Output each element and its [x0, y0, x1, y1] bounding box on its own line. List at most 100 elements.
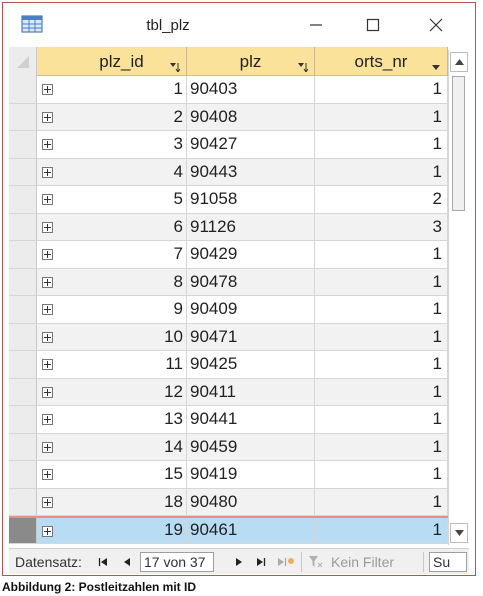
cell-plz[interactable]: 90459 [187, 433, 315, 460]
table-row[interactable]: 3 90427 1 [9, 131, 448, 159]
record-selector[interactable] [9, 406, 37, 433]
cell-orts-nr[interactable]: 1 [315, 378, 448, 405]
cell-plz-id[interactable]: 19 [57, 518, 187, 543]
cell-plz-id[interactable]: 18 [57, 488, 187, 515]
record-selector[interactable] [9, 213, 37, 240]
cell-plz-id[interactable]: 15 [57, 461, 187, 488]
cell-plz-id[interactable]: 5 [57, 186, 187, 213]
cell-plz[interactable]: 90480 [187, 488, 315, 515]
table-row[interactable]: 10 90471 1 [9, 323, 448, 351]
cell-orts-nr[interactable]: 1 [315, 433, 448, 460]
expand-icon[interactable] [42, 359, 53, 370]
new-record-button[interactable] [275, 553, 297, 571]
expand-icon[interactable] [42, 139, 53, 150]
column-header-plz[interactable]: plz [187, 47, 315, 76]
record-selector[interactable] [9, 268, 37, 295]
table-row[interactable]: 19 90461 1 [9, 516, 448, 544]
cell-plz-id[interactable]: 7 [57, 241, 187, 268]
expand-icon[interactable] [42, 84, 53, 95]
filter-sort-icon[interactable] [170, 57, 181, 73]
table-row[interactable]: 13 90441 1 [9, 406, 448, 434]
record-position-input[interactable]: 17 von 37 [140, 552, 214, 572]
table-row[interactable]: 2 90408 1 [9, 103, 448, 131]
cell-plz[interactable]: 90429 [187, 241, 315, 268]
cell-plz-id[interactable]: 4 [57, 158, 187, 185]
cell-plz-id[interactable]: 6 [57, 213, 187, 240]
cell-orts-nr[interactable]: 1 [315, 323, 448, 350]
expand-icon[interactable] [42, 304, 53, 315]
table-row[interactable]: 5 91058 2 [9, 186, 448, 214]
expand-icon[interactable] [42, 221, 53, 233]
expand-icon[interactable] [42, 441, 53, 453]
cell-plz-id[interactable]: 11 [57, 351, 187, 378]
cell-plz[interactable]: 90411 [187, 378, 315, 405]
cell-plz-id[interactable]: 8 [57, 268, 187, 295]
cell-plz[interactable]: 90441 [187, 406, 315, 433]
table-row[interactable]: 4 90443 1 [9, 158, 448, 186]
table-row[interactable]: 14 90459 1 [9, 433, 448, 461]
cell-plz[interactable]: 90478 [187, 268, 315, 295]
dropdown-arrow-icon[interactable] [431, 57, 441, 70]
minimize-button[interactable] [293, 9, 339, 41]
maximize-button[interactable] [350, 9, 396, 41]
scroll-up-button[interactable] [450, 52, 468, 72]
cell-orts-nr[interactable]: 1 [315, 488, 448, 515]
cell-plz[interactable]: 90409 [187, 296, 315, 323]
expand-icon[interactable] [42, 469, 53, 480]
table-row[interactable]: 11 90425 1 [9, 351, 448, 379]
expand-icon[interactable] [42, 194, 53, 205]
table-row[interactable]: 6 91126 3 [9, 213, 448, 241]
record-selector[interactable] [9, 433, 37, 460]
expand-icon[interactable] [42, 331, 53, 343]
record-selector[interactable] [9, 76, 37, 103]
cell-orts-nr[interactable]: 1 [315, 76, 448, 103]
record-selector[interactable] [9, 378, 37, 405]
cell-orts-nr[interactable]: 1 [315, 518, 448, 543]
table-row[interactable]: 8 90478 1 [9, 268, 448, 296]
expand-icon[interactable] [42, 111, 53, 123]
record-selector[interactable] [9, 518, 37, 543]
expand-icon[interactable] [42, 276, 53, 288]
vertical-scrollbar[interactable] [448, 50, 468, 545]
previous-record-button[interactable] [119, 553, 135, 571]
select-all-corner[interactable] [9, 47, 37, 76]
cell-plz-id[interactable]: 1 [57, 76, 187, 103]
column-header-plz-id[interactable]: plz_id [57, 47, 187, 76]
cell-orts-nr[interactable]: 1 [315, 103, 448, 130]
cell-plz[interactable]: 90443 [187, 158, 315, 185]
expand-icon[interactable] [42, 526, 53, 537]
record-selector[interactable] [9, 323, 37, 350]
record-selector[interactable] [9, 103, 37, 130]
table-row[interactable]: 18 90480 1 [9, 488, 448, 516]
next-record-button[interactable] [231, 553, 247, 571]
search-input[interactable]: Su [429, 552, 467, 572]
expand-icon[interactable] [42, 496, 53, 508]
cell-orts-nr[interactable]: 1 [315, 351, 448, 378]
close-button[interactable] [413, 9, 459, 41]
cell-plz-id[interactable]: 12 [57, 378, 187, 405]
cell-plz[interactable]: 90425 [187, 351, 315, 378]
cell-orts-nr[interactable]: 1 [315, 241, 448, 268]
scroll-down-button[interactable] [450, 523, 468, 543]
record-selector[interactable] [9, 241, 37, 268]
cell-plz[interactable]: 90419 [187, 461, 315, 488]
cell-plz-id[interactable]: 10 [57, 323, 187, 350]
cell-orts-nr[interactable]: 1 [315, 268, 448, 295]
table-row[interactable]: 1 90403 1 [9, 76, 448, 104]
record-selector[interactable] [9, 131, 37, 158]
cell-orts-nr[interactable]: 1 [315, 406, 448, 433]
expand-icon[interactable] [42, 166, 53, 178]
cell-plz-id[interactable]: 3 [57, 131, 187, 158]
record-selector[interactable] [9, 461, 37, 488]
cell-orts-nr[interactable]: 1 [315, 158, 448, 185]
record-selector[interactable] [9, 488, 37, 515]
cell-plz[interactable]: 90471 [187, 323, 315, 350]
cell-orts-nr[interactable]: 1 [315, 296, 448, 323]
cell-plz-id[interactable]: 2 [57, 103, 187, 130]
cell-orts-nr[interactable]: 2 [315, 186, 448, 213]
cell-plz[interactable]: 91126 [187, 213, 315, 240]
first-record-button[interactable] [95, 553, 111, 571]
filter-toggle-button[interactable]: Kein Filter [309, 554, 394, 570]
cell-orts-nr[interactable]: 3 [315, 213, 448, 240]
cell-plz-id[interactable]: 13 [57, 406, 187, 433]
